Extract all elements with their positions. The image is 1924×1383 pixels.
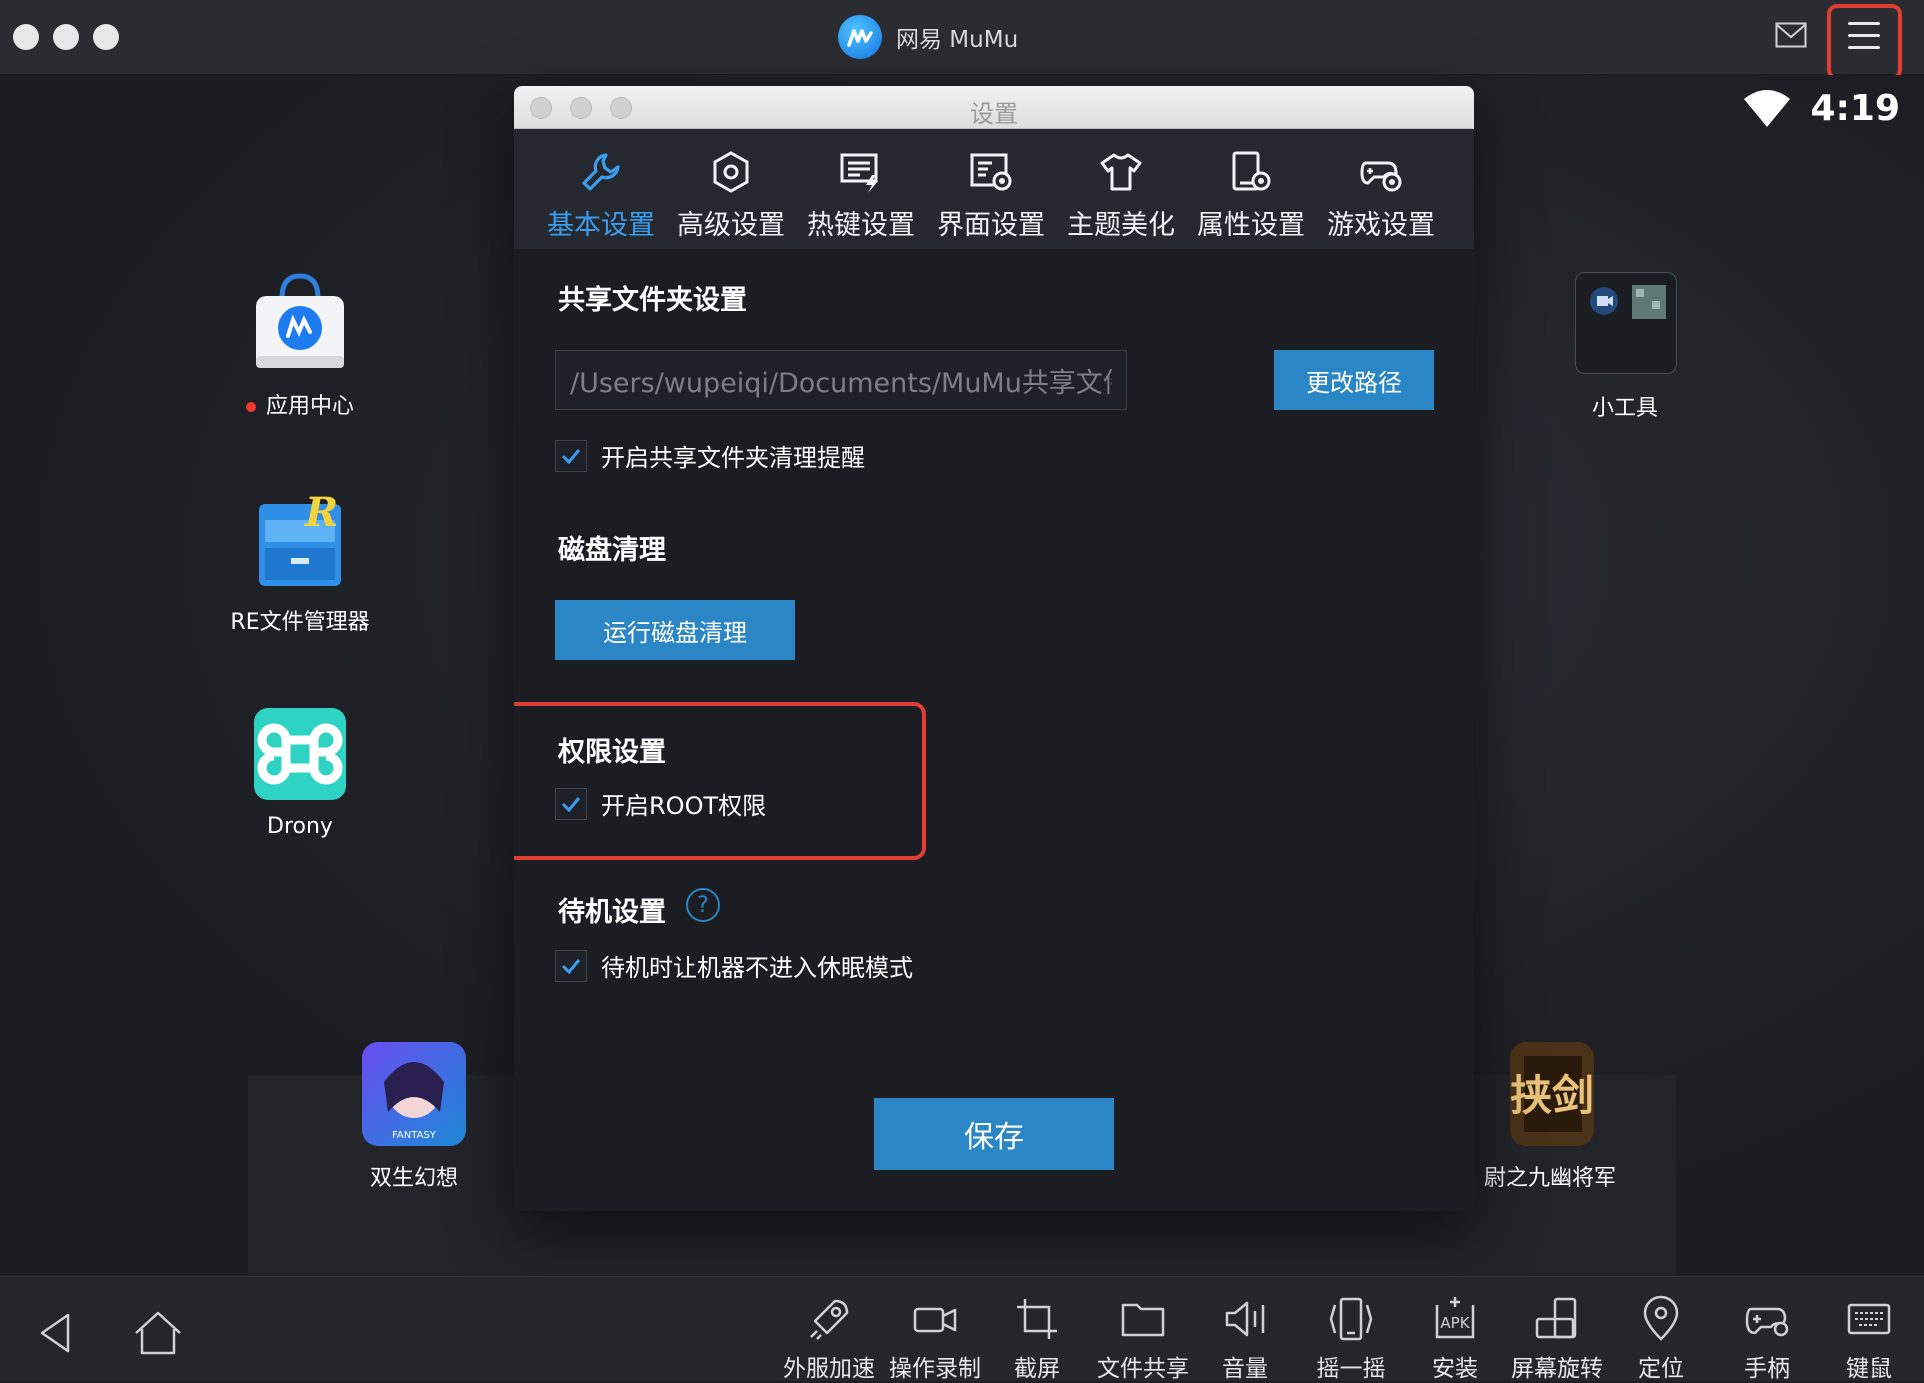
wrench-icon (582, 153, 620, 191)
desktop-icon-label: 小工具 (1591, 396, 1658, 421)
help-icon[interactable]: ? (686, 888, 720, 922)
rotate-screen-icon (1535, 1297, 1577, 1339)
tool-screenshot[interactable]: 截屏 (982, 1295, 1092, 1383)
volume-icon (1225, 1301, 1265, 1337)
tool-keyboard-mouse[interactable]: 键鼠 (1814, 1295, 1924, 1383)
wifi-icon (1744, 89, 1791, 127)
tool-file-share[interactable]: 文件共享 (1088, 1295, 1198, 1383)
anime-girl-game-icon: FANTASY (362, 1042, 466, 1146)
tool-gamepad[interactable]: 手柄 (1712, 1295, 1822, 1383)
status-bar: 4:19 (1742, 88, 1900, 129)
gamepad-icon (1745, 1307, 1789, 1337)
bottom-toolbar: 外服加速 操作录制 截屏 文件共享 音量 摇一摇 APK 安装 屏幕旋转 定位 … (0, 1276, 1924, 1383)
settings-dialog: 设置 基本设置 高级设置 热键设置 界面设置 主题美化 属性设置 游戏设置 共享… (514, 86, 1474, 1211)
tab-basic[interactable]: 基本设置 (536, 129, 666, 249)
tool-accelerator[interactable]: 外服加速 (774, 1295, 884, 1383)
section-title-disk: 磁盘清理 (558, 535, 666, 566)
game-icon-jiuyou[interactable]: 挟剑 尉之九幽将军 (1450, 1042, 1650, 1192)
game-icon-shuangsheng[interactable]: FANTASY 双生幻想 (314, 1042, 514, 1192)
shopping-bag-icon (256, 273, 344, 368)
minimize-window-button[interactable] (53, 24, 79, 50)
desktop-icon-label: RE文件管理器 (230, 610, 370, 635)
zoom-window-button[interactable] (93, 24, 119, 50)
back-icon[interactable] (28, 1305, 84, 1361)
section-title-standby: 待机设置 (558, 897, 666, 928)
mail-icon[interactable] (1775, 22, 1807, 48)
apk-icon: APK (1435, 1297, 1475, 1339)
gamepad-settings-icon (1360, 161, 1402, 192)
tool-rotate-screen[interactable]: 屏幕旋转 (1502, 1295, 1612, 1383)
command-key-icon (254, 708, 346, 800)
shared-folder-path-input[interactable] (555, 350, 1127, 410)
device-settings-icon (1232, 151, 1271, 191)
hexagon-gear-icon (713, 151, 749, 193)
tool-install-apk[interactable]: APK 安装 (1400, 1295, 1510, 1383)
tab-theme[interactable]: 主题美化 (1056, 129, 1186, 249)
tool-record[interactable]: 操作录制 (880, 1295, 990, 1383)
tab-interface[interactable]: 界面设置 (926, 129, 1056, 249)
svg-text:APK: APK (1440, 1314, 1470, 1332)
dialog-titlebar: 设置 (514, 86, 1474, 129)
mumu-logo-icon (838, 15, 882, 59)
tool-shake[interactable]: 摇一摇 (1296, 1295, 1406, 1383)
desktop-icon-drony[interactable]: Drony (200, 708, 400, 839)
permission-highlight-box (514, 702, 926, 860)
app-title-group: 网易 MuMu (838, 14, 1018, 60)
svg-text:R: R (304, 490, 338, 536)
run-disk-cleanup-button[interactable]: 运行磁盘清理 (555, 600, 795, 660)
rocket-icon (810, 1299, 849, 1340)
settings-body: 共享文件夹设置 更改路径 开启共享文件夹清理提醒 磁盘清理 运行磁盘清理 权限设… (514, 248, 1474, 1211)
shake-icon (1329, 1297, 1373, 1341)
section-title-shared-folder: 共享文件夹设置 (558, 285, 747, 316)
screen-settings-icon (970, 153, 1012, 191)
change-path-button[interactable]: 更改路径 (1274, 350, 1434, 410)
desktop-icon-app-center[interactable]: 应用中心 (200, 270, 400, 420)
tool-location[interactable]: 定位 (1606, 1295, 1716, 1383)
tab-game[interactable]: 游戏设置 (1316, 129, 1446, 249)
checkmark-icon (561, 448, 581, 464)
checkmark-icon (561, 958, 581, 974)
game-label: 尉之九幽将军 (1483, 1166, 1616, 1191)
keyboard-icon (1847, 1303, 1891, 1335)
sword-game-icon: 挟剑 (1510, 1042, 1594, 1146)
root-permission-checkbox[interactable] (555, 787, 587, 820)
notification-dot (245, 402, 256, 412)
widget-box[interactable] (1575, 272, 1677, 374)
section-title-permission: 权限设置 (558, 737, 666, 768)
window-titlebar: 网易 MuMu (0, 0, 1924, 80)
home-icon[interactable] (130, 1305, 186, 1361)
tab-advanced[interactable]: 高级设置 (666, 129, 796, 249)
settings-tabs: 基本设置 高级设置 热键设置 界面设置 主题美化 属性设置 游戏设置 (514, 129, 1474, 249)
desktop-icon-label: 应用中心 (200, 388, 400, 420)
cleanup-reminder-checkbox[interactable] (555, 439, 587, 472)
tool-volume[interactable]: 音量 (1190, 1295, 1300, 1383)
window-title: 网易 MuMu (896, 27, 1019, 53)
desktop-icon-label: Drony (267, 814, 333, 839)
keyboard-lightning-icon (840, 153, 878, 193)
file-cabinet-icon: R (259, 489, 341, 586)
status-clock: 4:19 (1810, 88, 1900, 129)
close-window-button[interactable] (13, 24, 39, 50)
dialog-title: 设置 (970, 100, 1018, 128)
folder-icon (1121, 1303, 1165, 1337)
root-permission-option[interactable]: 开启ROOT权限 (555, 786, 766, 821)
svg-text:FANTASY: FANTASY (392, 1130, 437, 1141)
hamburger-menu-icon[interactable] (1848, 22, 1880, 50)
save-button[interactable]: 保存 (874, 1098, 1114, 1170)
video-camera-icon (913, 1307, 957, 1333)
crop-icon (1017, 1299, 1057, 1339)
cleanup-reminder-option[interactable]: 开启共享文件夹清理提醒 (555, 438, 865, 473)
desktop-icon-re-file-manager[interactable]: R RE文件管理器 (200, 489, 400, 636)
desktop-icon-widgets[interactable]: 小工具 (1525, 380, 1725, 422)
tab-properties[interactable]: 属性设置 (1186, 129, 1316, 249)
location-icon (1643, 1295, 1679, 1341)
tab-hotkeys[interactable]: 热键设置 (796, 129, 926, 249)
game-label: 双生幻想 (369, 1166, 458, 1191)
no-sleep-option[interactable]: 待机时让机器不进入休眠模式 (555, 948, 913, 983)
no-sleep-checkbox[interactable] (555, 949, 587, 982)
checkmark-icon (561, 796, 581, 812)
tshirt-icon (1100, 153, 1142, 191)
svg-text:挟剑: 挟剑 (1510, 1071, 1594, 1120)
